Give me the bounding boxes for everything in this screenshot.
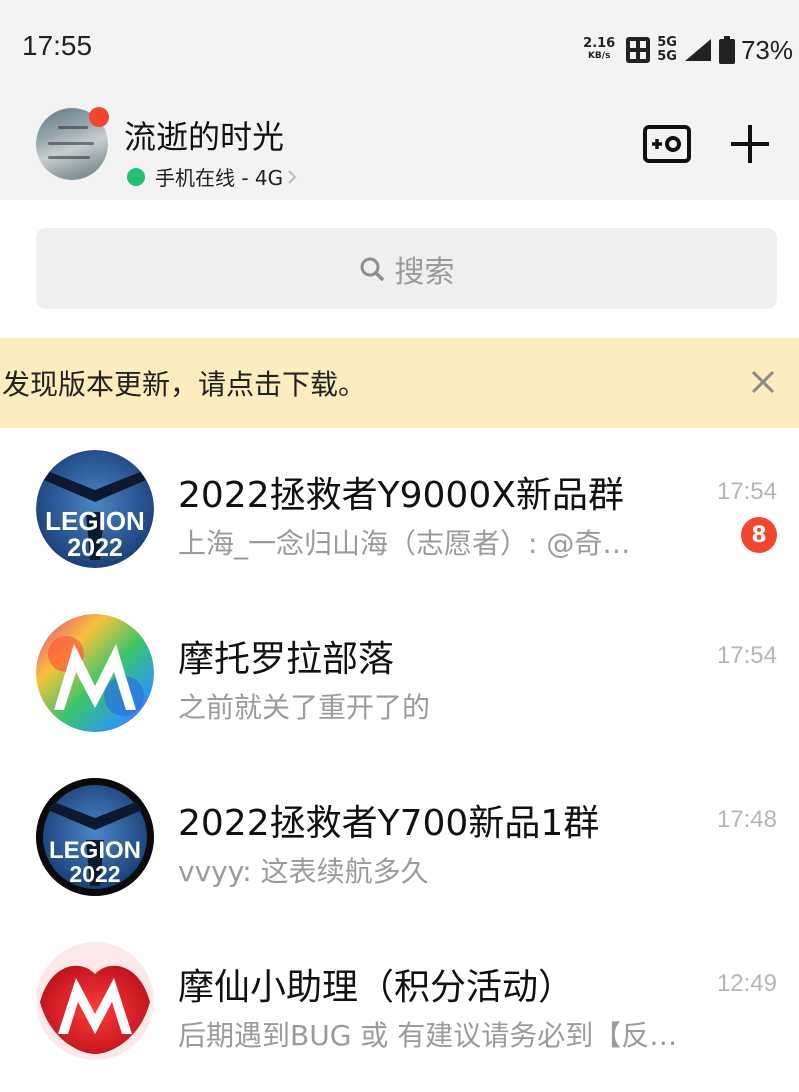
chat-list-item[interactable]: LEGION 2022 2022拯救者Y700新品1群 vvyy: 这表续航多久… [0,768,799,928]
unread-badge: 8 [741,517,777,553]
search-icon [360,257,384,281]
chat-time: 17:54 [716,642,777,669]
group-avatar [36,942,154,1060]
add-icon[interactable] [728,122,772,166]
network-speed-value: 2.16 [583,36,616,51]
group-avatar: LEGION 2022 [36,778,154,896]
user-nickname[interactable]: 流逝的时光 [124,112,284,158]
motorola-lips-logo-icon [36,942,154,1060]
network-speed-unit: KB/s [587,51,611,61]
avatar-text-year: 2022 [67,534,123,562]
avatar-decoration [48,142,94,145]
chat-preview: vvyy: 这表续航多久 [178,855,429,888]
chat-title: 摩仙小助理（积分活动） [178,967,575,1008]
battery-icon [718,36,735,64]
search-placeholder: 搜索 [394,254,455,290]
avatar-decoration [48,156,90,159]
network-type: 5G 5G [657,36,677,64]
avatar-text-legion: LEGION [49,837,141,864]
header: 流逝的时光 手机在线 - 4G [0,100,799,200]
search-bar[interactable]: 搜索 [36,228,777,309]
hd-icon [626,37,651,63]
close-icon[interactable] [750,369,776,395]
group-avatar [36,614,154,732]
avatar-decoration [58,126,88,129]
chat-list-item[interactable]: 摩仙小助理（积分活动） 后期遇到BUG 或 有建议请务必到【反馈… 12:49 [0,932,799,1092]
group-avatar: LEGION 2022 [36,450,154,568]
status-indicators: 2.16 KB/s 5G 5G 73% [583,32,793,68]
online-status[interactable]: 手机在线 - 4G [127,162,297,191]
chat-list-item[interactable]: LEGION 2022 2022拯救者Y9000X新品群 上海_一念归山海（志愿… [0,440,799,600]
legion-logo-icon: LEGION 2022 [36,450,154,568]
network-type-2: 5G [657,49,677,64]
chat-preview: 后期遇到BUG 或 有建议请务必到【反馈… [178,1019,678,1052]
chat-list-item[interactable]: 摩托罗拉部落 之前就关了重开了的 17:54 [0,604,799,764]
notification-dot [89,107,109,127]
chat-time: 17:48 [716,806,777,833]
status-time: 17:55 [22,30,93,61]
chat-time: 17:54 [716,478,777,505]
legion-logo-icon: LEGION 2022 [36,778,154,896]
update-banner-text[interactable]: 发现版本更新，请点击下载。 [2,363,366,403]
battery-percentage: 73% [740,34,793,65]
update-banner[interactable]: 发现版本更新，请点击下载。 [0,338,799,428]
chat-preview: 之前就关了重开了的 [178,691,431,724]
chat-preview: 上海_一念归山海（志愿者）: @奇… [178,527,631,560]
avatar-text-legion: LEGION [45,506,145,536]
signal-icon [684,39,711,61]
online-status-text: 手机在线 - 4G [155,166,284,190]
network-type-1: 5G [657,35,677,50]
online-indicator-icon [127,167,145,186]
motorola-logo-icon [36,614,154,732]
chat-title: 摩托罗拉部落 [178,639,395,680]
chevron-right-icon [288,169,297,184]
chat-title: 2022拯救者Y9000X新品群 [178,475,624,516]
status-bar: 17:55 2.16 KB/s 5G 5G 73% [0,0,799,100]
chat-title: 2022拯救者Y700新品1群 [178,803,600,844]
chat-time: 12:49 [716,970,777,997]
network-speed: 2.16 KB/s [583,36,616,62]
avatar-text-year: 2022 [69,861,120,887]
camera-icon[interactable] [642,124,692,164]
